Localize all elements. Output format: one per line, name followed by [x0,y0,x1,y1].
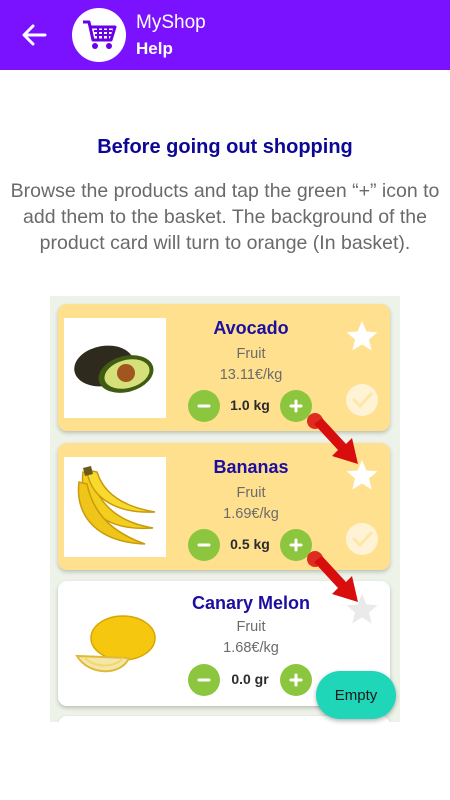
help-description: Browse the products and tap the green “+… [10,180,440,254]
canary-melon-image [75,615,156,673]
product-price: 1.68€/kg [223,640,279,656]
quantity-stepper: 0.0 gr [188,664,312,696]
decrease-button[interactable] [188,390,220,422]
favorite-star-icon[interactable] [344,318,380,354]
quantity-stepper: 0.5 kg [188,529,312,561]
pointer-arrow-icon [307,413,358,464]
app-bar: MyShop Help [0,0,450,70]
minus-icon [197,404,211,408]
quantity-value: 1.0 kg [230,397,270,413]
quantity-value: 0.0 gr [231,671,269,687]
app-logo [72,8,126,62]
back-button[interactable] [14,17,54,53]
quantity-value: 0.5 kg [230,536,270,552]
product-image [64,457,166,557]
product-category: Fruit [236,485,266,501]
product-category: Fruit [236,346,266,362]
plus-icon [289,538,303,552]
decrease-button[interactable] [188,664,220,696]
tutorial-illustration: Avocado Fruit 13.11€/kg 1.0 kg Bananas F… [50,296,400,722]
arrow-left-icon [22,24,47,46]
shopping-cart-icon [83,20,117,49]
help-heading: Before going out shopping [97,136,353,158]
product-name: Avocado [213,318,289,338]
empty-basket-button[interactable]: Empty [316,671,396,719]
minus-icon [197,678,211,682]
product-image [64,318,166,418]
pointer-arrow-icon [307,551,358,602]
product-category: Fruit [236,619,266,635]
bananas-image [77,466,156,545]
quantity-stepper: 1.0 kg [188,390,312,422]
avocado-image [74,345,154,393]
product-image [64,595,166,695]
minus-icon [197,543,211,547]
plus-icon [289,399,303,413]
add-to-basket-button[interactable] [280,664,312,696]
product-price: 13.11€/kg [219,367,283,383]
screen-title: Help [136,39,173,58]
product-price: 1.69€/kg [223,506,279,522]
decrease-button[interactable] [188,529,220,561]
plus-icon [289,673,303,687]
app-title: MyShop [136,12,206,33]
